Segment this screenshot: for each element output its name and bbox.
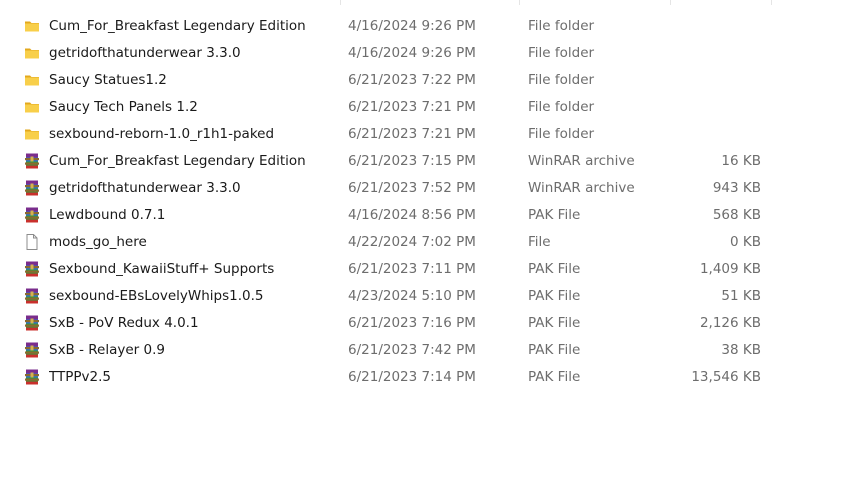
file-name: mods_go_here bbox=[49, 234, 147, 250]
folder-icon bbox=[24, 126, 40, 142]
file-row[interactable]: getridofthatunderwear 3.3.0 6/21/2023 7:… bbox=[20, 176, 780, 200]
winrar-icon bbox=[24, 342, 40, 358]
file-date-modified: 6/21/2023 7:21 PM bbox=[348, 126, 476, 142]
winrar-icon bbox=[24, 207, 40, 223]
file-type: File folder bbox=[528, 99, 595, 115]
winrar-icon bbox=[24, 369, 40, 385]
file-row[interactable]: Saucy Tech Panels 1.2 6/21/2023 7:21 PM … bbox=[20, 95, 780, 119]
file-row[interactable]: SxB - Relayer 0.9 6/21/2023 7:42 PM PAK … bbox=[20, 338, 780, 362]
file-size: 943 KB bbox=[712, 180, 761, 196]
file-row[interactable]: Cum_For_Breakfast Legendary Edition 4/16… bbox=[20, 14, 780, 38]
file-date-modified: 6/21/2023 7:42 PM bbox=[348, 342, 476, 358]
file-row[interactable]: Lewdbound 0.7.1 4/16/2024 8:56 PM PAK Fi… bbox=[20, 203, 780, 227]
file-date-modified: 4/22/2024 7:02 PM bbox=[348, 234, 476, 250]
folder-icon bbox=[24, 45, 40, 61]
file-type: File folder bbox=[528, 18, 595, 34]
file-type: File folder bbox=[528, 126, 595, 142]
folder-icon bbox=[24, 72, 40, 88]
folder-icon bbox=[24, 18, 40, 34]
file-size: 13,546 KB bbox=[691, 369, 761, 385]
winrar-icon bbox=[24, 261, 40, 277]
winrar-icon bbox=[24, 180, 40, 196]
file-date-modified: 4/16/2024 9:26 PM bbox=[348, 45, 476, 61]
file-type: PAK File bbox=[528, 207, 581, 223]
file-name: Cum_For_Breakfast Legendary Edition bbox=[49, 153, 306, 169]
file-list: Cum_For_Breakfast Legendary Edition 4/16… bbox=[0, 0, 846, 495]
file-row[interactable]: Sexbound_KawaiiStuff+ Supports 6/21/2023… bbox=[20, 257, 780, 281]
file-name: TTPPv2.5 bbox=[49, 369, 111, 385]
column-separator[interactable] bbox=[519, 0, 520, 5]
file-name: SxB - PoV Redux 4.0.1 bbox=[49, 315, 199, 331]
file-type: PAK File bbox=[528, 342, 581, 358]
file-name: Cum_For_Breakfast Legendary Edition bbox=[49, 18, 306, 34]
file-type: PAK File bbox=[528, 288, 581, 304]
file-name: sexbound-reborn-1.0_r1h1-paked bbox=[49, 126, 275, 142]
file-name: Saucy Tech Panels 1.2 bbox=[49, 99, 198, 115]
file-type: File folder bbox=[528, 72, 595, 88]
file-size: 568 KB bbox=[712, 207, 761, 223]
file-date-modified: 6/21/2023 7:52 PM bbox=[348, 180, 476, 196]
file-name: getridofthatunderwear 3.3.0 bbox=[49, 180, 241, 196]
column-separator[interactable] bbox=[670, 0, 671, 5]
file-size: 51 KB bbox=[721, 288, 761, 304]
winrar-icon bbox=[24, 315, 40, 331]
file-size: 2,126 KB bbox=[699, 315, 761, 331]
file-date-modified: 4/16/2024 8:56 PM bbox=[348, 207, 476, 223]
file-row[interactable]: TTPPv2.5 6/21/2023 7:14 PM PAK File 13,5… bbox=[20, 365, 780, 389]
file-type: WinRAR archive bbox=[528, 180, 635, 196]
file-type: WinRAR archive bbox=[528, 153, 635, 169]
file-size: 0 KB bbox=[730, 234, 761, 250]
file-date-modified: 6/21/2023 7:11 PM bbox=[348, 261, 476, 277]
file-name: sexbound-EBsLovelyWhips1.0.5 bbox=[49, 288, 264, 304]
file-size bbox=[670, 95, 761, 119]
file-type: File bbox=[528, 234, 551, 250]
file-size bbox=[670, 122, 761, 146]
file-type: PAK File bbox=[528, 369, 581, 385]
file-type: PAK File bbox=[528, 315, 581, 331]
file-date-modified: 6/21/2023 7:16 PM bbox=[348, 315, 476, 331]
file-date-modified: 6/21/2023 7:15 PM bbox=[348, 153, 476, 169]
file-row[interactable]: getridofthatunderwear 3.3.0 4/16/2024 9:… bbox=[20, 41, 780, 65]
file-name: Lewdbound 0.7.1 bbox=[49, 207, 166, 223]
column-separator[interactable] bbox=[340, 0, 341, 5]
file-date-modified: 6/21/2023 7:21 PM bbox=[348, 99, 476, 115]
folder-icon bbox=[24, 99, 40, 115]
file-row[interactable]: Cum_For_Breakfast Legendary Edition 6/21… bbox=[20, 149, 780, 173]
file-name: SxB - Relayer 0.9 bbox=[49, 342, 165, 358]
file-type: PAK File bbox=[528, 261, 581, 277]
column-separator[interactable] bbox=[771, 0, 772, 5]
file-size: 16 KB bbox=[721, 153, 761, 169]
file-size: 1,409 KB bbox=[699, 261, 761, 277]
file-row[interactable]: Saucy Statues1.2 6/21/2023 7:22 PM File … bbox=[20, 68, 780, 92]
file-name: Saucy Statues1.2 bbox=[49, 72, 167, 88]
file-row[interactable]: sexbound-EBsLovelyWhips1.0.5 4/23/2024 5… bbox=[20, 284, 780, 308]
file-size: 38 KB bbox=[721, 342, 761, 358]
file-name: Sexbound_KawaiiStuff+ Supports bbox=[49, 261, 275, 277]
file-date-modified: 6/21/2023 7:22 PM bbox=[348, 72, 476, 88]
winrar-icon bbox=[24, 288, 40, 304]
file-name: getridofthatunderwear 3.3.0 bbox=[49, 45, 241, 61]
file-date-modified: 4/23/2024 5:10 PM bbox=[348, 288, 476, 304]
file-date-modified: 6/21/2023 7:14 PM bbox=[348, 369, 476, 385]
blank-file-icon bbox=[24, 234, 40, 250]
file-size bbox=[670, 68, 761, 92]
file-row[interactable]: mods_go_here 4/22/2024 7:02 PM File 0 KB bbox=[20, 230, 780, 254]
file-type: File folder bbox=[528, 45, 595, 61]
file-date-modified: 4/16/2024 9:26 PM bbox=[348, 18, 476, 34]
winrar-icon bbox=[24, 153, 40, 169]
file-size bbox=[670, 14, 761, 38]
file-row[interactable]: SxB - PoV Redux 4.0.1 6/21/2023 7:16 PM … bbox=[20, 311, 780, 335]
file-row[interactable]: sexbound-reborn-1.0_r1h1-paked 6/21/2023… bbox=[20, 122, 780, 146]
file-size bbox=[670, 41, 761, 65]
